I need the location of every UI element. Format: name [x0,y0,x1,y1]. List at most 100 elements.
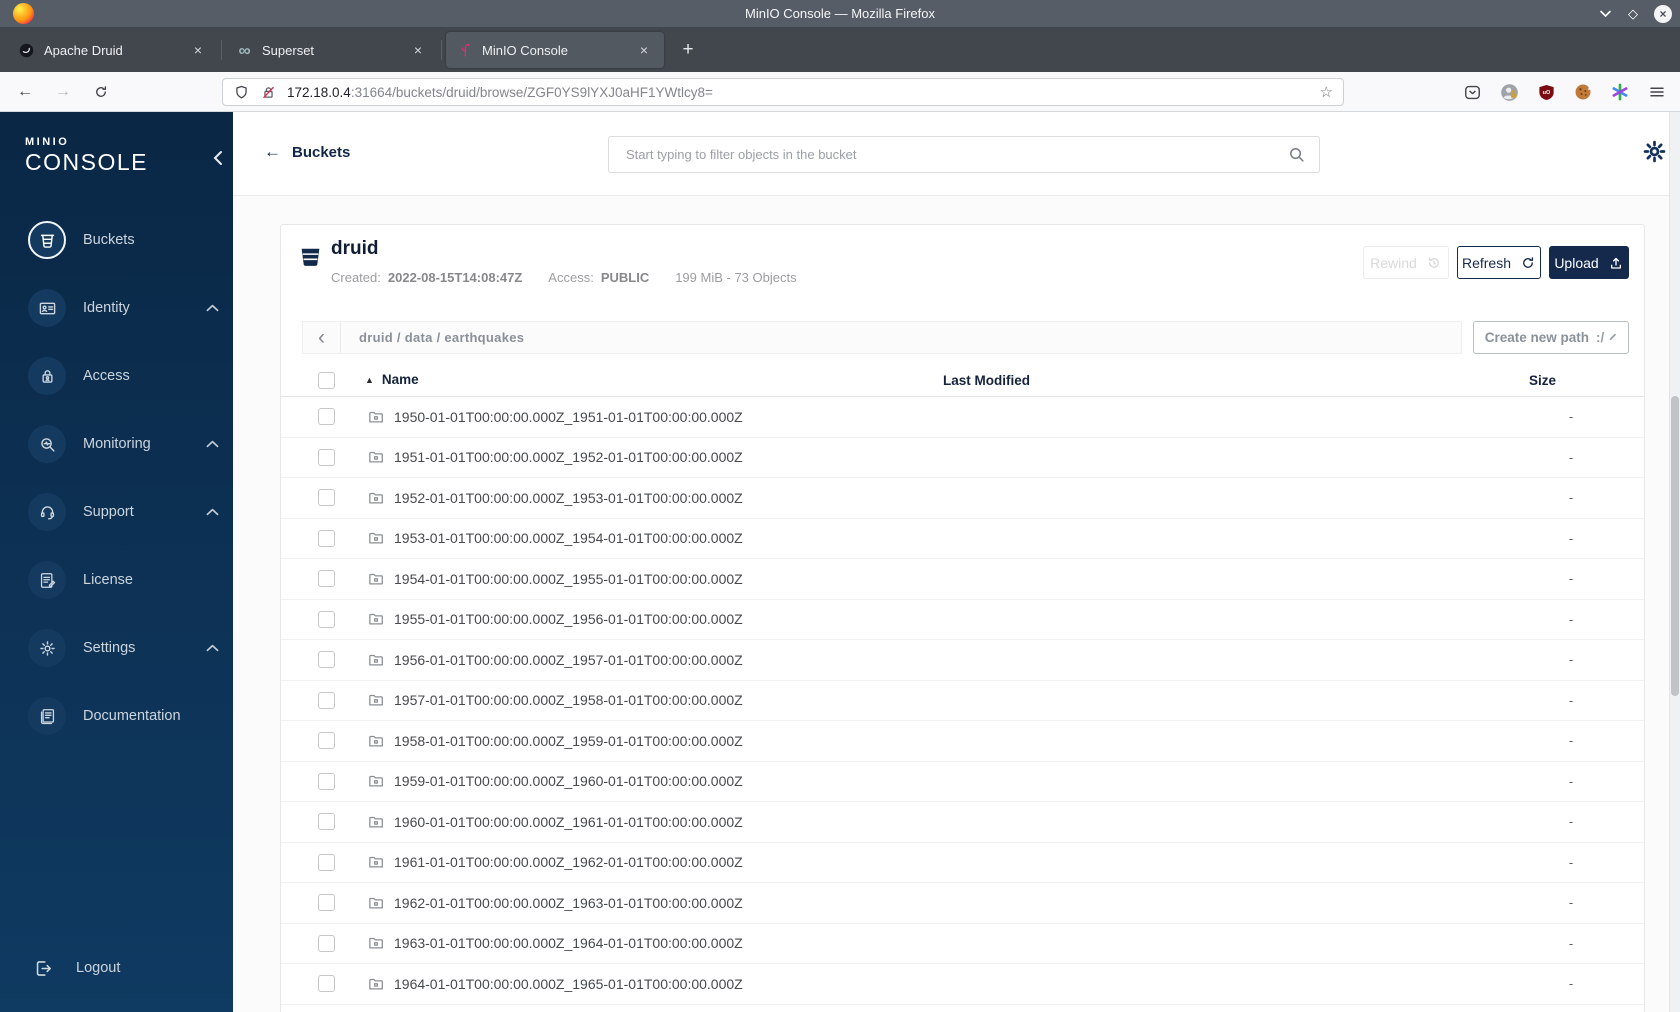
sidebar-item-support[interactable]: Support [0,484,233,540]
object-name[interactable]: 1962-01-01T00:00:00.000Z_1963-01-01T00:0… [394,895,743,911]
object-name[interactable]: 1954-01-01T00:00:00.000Z_1955-01-01T00:0… [394,571,743,587]
object-name[interactable]: 1964-01-01T00:00:00.000Z_1965-01-01T00:0… [394,976,743,992]
pocket-icon[interactable] [1461,81,1483,103]
row-checkbox[interactable] [318,894,335,912]
table-row[interactable]: 1950-01-01T00:00:00.000Z_1951-01-01T00:0… [281,397,1644,438]
object-name[interactable]: 1955-01-01T00:00:00.000Z_1956-01-01T00:0… [394,611,743,627]
row-checkbox[interactable] [318,529,335,547]
row-checkbox[interactable] [318,813,335,831]
cookie-extension-icon[interactable] [1572,81,1594,103]
create-new-path-button[interactable]: Create new path :/ [1473,321,1629,354]
browser-reload-icon[interactable] [88,79,114,105]
sidebar-item-label: Support [83,504,134,520]
row-checkbox[interactable] [318,408,335,426]
back-to-buckets-link[interactable]: ← Buckets [264,142,350,162]
sort-ascending-icon: ▲ [365,374,374,385]
sidebar-item-buckets[interactable]: Buckets [0,212,233,268]
table-row[interactable]: 1955-01-01T00:00:00.000Z_1956-01-01T00:0… [281,600,1644,640]
shield-icon[interactable] [233,84,250,101]
object-name[interactable]: 1958-01-01T00:00:00.000Z_1959-01-01T00:0… [394,733,743,749]
chevron-up-icon[interactable] [206,304,219,312]
row-checkbox[interactable] [318,691,335,709]
url-text[interactable]: 172.18.0.4:31664/buckets/druid/browse/ZG… [287,85,713,100]
object-name[interactable]: 1953-01-01T00:00:00.000Z_1954-01-01T00:0… [394,530,743,546]
sidebar-item-settings[interactable]: Settings [0,620,233,676]
sidebar-item-monitoring[interactable]: Monitoring [0,416,233,472]
asterisk-extension-icon[interactable] [1609,81,1631,103]
account-extension-icon[interactable] [1498,81,1520,103]
sidebar-item-documentation[interactable]: Documentation [0,688,233,744]
chevron-up-icon[interactable] [206,508,219,516]
browser-back-icon[interactable]: ← [12,79,38,105]
table-row[interactable]: 1951-01-01T00:00:00.000Z_1952-01-01T00:0… [281,438,1644,478]
rewind-button[interactable]: Rewind [1363,246,1449,279]
object-size: - [1568,895,1574,911]
tab-close-icon[interactable]: × [408,40,428,60]
table-row[interactable]: 1953-01-01T00:00:00.000Z_1954-01-01T00:0… [281,519,1644,559]
browser-forward-icon[interactable]: → [50,79,76,105]
tab-close-icon[interactable]: × [634,40,654,60]
ublock-icon[interactable]: uO [1535,81,1557,103]
sidebar-item-logout[interactable]: Logout [0,946,233,990]
table-row[interactable]: 1962-01-01T00:00:00.000Z_1963-01-01T00:0… [281,883,1644,924]
sidebar-item-license[interactable]: License [0,552,233,608]
bookmark-star-icon[interactable]: ☆ [1320,83,1333,101]
url-bar[interactable]: 172.18.0.4:31664/buckets/druid/browse/ZG… [222,78,1344,106]
menu-icon[interactable] [1646,81,1668,103]
tab-superset[interactable]: ∞ Superset × [226,32,438,68]
object-name[interactable]: 1961-01-01T00:00:00.000Z_1962-01-01T00:0… [394,854,743,870]
table-row[interactable]: 1964-01-01T00:00:00.000Z_1965-01-01T00:0… [281,964,1644,1005]
object-name[interactable]: 1951-01-01T00:00:00.000Z_1952-01-01T00:0… [394,449,743,465]
tab-apache-druid[interactable]: Apache Druid × [8,32,218,68]
insecure-lock-icon[interactable] [260,84,277,101]
refresh-button[interactable]: Refresh [1457,246,1541,279]
object-name[interactable]: 1957-01-01T00:00:00.000Z_1958-01-01T00:0… [394,692,743,708]
window-close-icon[interactable]: × [1654,4,1672,23]
table-row[interactable]: 1960-01-01T00:00:00.000Z_1961-01-01T00:0… [281,802,1644,843]
sidebar-item-access[interactable]: Access [0,348,233,404]
sidebar-collapse-icon[interactable] [212,150,224,171]
table-row[interactable]: 1952-01-01T00:00:00.000Z_1953-01-01T00:0… [281,478,1644,519]
object-name[interactable]: 1959-01-01T00:00:00.000Z_1960-01-01T00:0… [394,773,743,789]
row-checkbox[interactable] [318,570,335,588]
row-checkbox[interactable] [318,448,335,466]
row-checkbox[interactable] [318,732,335,750]
table-row[interactable]: 1961-01-01T00:00:00.000Z_1962-01-01T00:0… [281,843,1644,883]
name-column-header[interactable]: ▲ Name [365,372,419,387]
sidebar-item-label: Buckets [83,232,135,248]
chevron-up-icon[interactable] [206,440,219,448]
table-row[interactable]: 1958-01-01T00:00:00.000Z_1959-01-01T00:0… [281,721,1644,762]
breadcrumb-path[interactable]: druid / data / earthquakes [359,330,524,345]
table-row[interactable]: 1963-01-01T00:00:00.000Z_1964-01-01T00:0… [281,924,1644,964]
new-tab-button[interactable]: + [674,36,702,64]
row-checkbox[interactable] [318,934,335,952]
table-row[interactable]: 1957-01-01T00:00:00.000Z_1958-01-01T00:0… [281,681,1644,721]
sidebar-item-identity[interactable]: Identity [0,280,233,336]
row-checkbox[interactable] [318,489,335,507]
table-row[interactable]: 1956-01-01T00:00:00.000Z_1957-01-01T00:0… [281,640,1644,681]
settings-gear-icon[interactable] [1641,138,1668,170]
object-name[interactable]: 1963-01-01T00:00:00.000Z_1964-01-01T00:0… [394,935,743,951]
table-row[interactable]: 1954-01-01T00:00:00.000Z_1955-01-01T00:0… [281,559,1644,600]
object-name[interactable]: 1956-01-01T00:00:00.000Z_1957-01-01T00:0… [394,652,743,668]
object-name[interactable]: 1960-01-01T00:00:00.000Z_1961-01-01T00:0… [394,814,743,830]
search-input[interactable] [608,136,1320,173]
row-checkbox[interactable] [318,772,335,790]
table-row[interactable]: 1959-01-01T00:00:00.000Z_1960-01-01T00:0… [281,762,1644,802]
chevron-up-icon[interactable] [206,644,219,652]
tab-close-icon[interactable]: × [188,40,208,60]
row-checkbox[interactable] [318,975,335,993]
object-name[interactable]: 1950-01-01T00:00:00.000Z_1951-01-01T00:0… [394,409,743,425]
row-checkbox[interactable] [318,651,335,669]
page-scrollbar[interactable] [1669,112,1680,1012]
row-checkbox[interactable] [318,853,335,871]
row-checkbox[interactable] [318,610,335,628]
scrollbar-thumb[interactable] [1671,396,1679,696]
select-all-checkbox[interactable] [318,372,335,389]
window-maximize-icon[interactable]: ◇ [1628,7,1638,20]
tab-minio-console[interactable]: MinIO Console × [446,32,664,68]
breadcrumb-back-icon[interactable]: ‹ [303,322,341,353]
window-minimize-icon[interactable] [1599,10,1612,18]
upload-button[interactable]: Upload [1549,246,1629,279]
object-name[interactable]: 1952-01-01T00:00:00.000Z_1953-01-01T00:0… [394,490,743,506]
